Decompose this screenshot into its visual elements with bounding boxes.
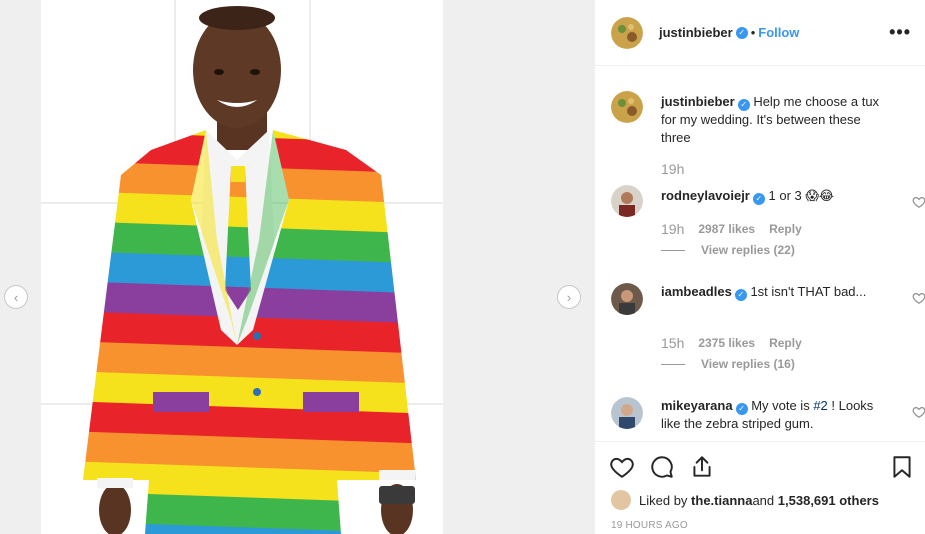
follow-button[interactable]: Follow: [758, 25, 799, 40]
caption-time[interactable]: 19h: [661, 161, 684, 177]
author-avatar[interactable]: [611, 91, 643, 123]
commenter-avatar[interactable]: [611, 185, 643, 217]
post-timestamp[interactable]: 19 HOURS AGO: [611, 520, 688, 531]
post-media-area: ‹ ›: [0, 0, 594, 534]
chevron-left-icon: ‹: [13, 289, 19, 305]
post-side-panel: justinbieber ✓ • Follow ••• justinbieber…: [594, 0, 925, 534]
comment-likes-count[interactable]: 2375 likes: [698, 336, 755, 350]
author-avatar[interactable]: [611, 16, 643, 49]
reply-button[interactable]: Reply: [769, 222, 802, 236]
comment-text: 1 or 3 😱😂: [768, 188, 835, 203]
chevron-right-icon: ›: [566, 289, 572, 305]
comment-username[interactable]: rodneylavoiejr: [661, 188, 750, 203]
comment-text-start: My vote is: [751, 398, 814, 413]
comment-bubble-icon[interactable]: [649, 454, 675, 480]
reply-button[interactable]: Reply: [769, 336, 802, 350]
post-actions-bar: Liked by the.tianna and 1,538,691 others…: [595, 441, 925, 534]
rainbow-suit-model-illustration: [83, 6, 416, 534]
view-replies-button[interactable]: View replies (22): [661, 243, 795, 257]
caption-meta: 19h: [661, 161, 698, 177]
comment-like-heart-icon[interactable]: [912, 291, 925, 305]
caption-username[interactable]: justinbieber: [661, 94, 735, 109]
post-photo[interactable]: [41, 0, 443, 534]
post-header: justinbieber ✓ • Follow •••: [595, 0, 925, 66]
comment-like-heart-icon[interactable]: [912, 405, 925, 419]
heart-icon[interactable]: [609, 454, 635, 480]
commenter-avatar[interactable]: [611, 283, 643, 315]
view-replies-button[interactable]: View replies (16): [661, 357, 795, 371]
view-replies-label: View replies (16): [701, 357, 795, 371]
likes-summary: Liked by the.tianna and 1,538,691 others: [611, 490, 879, 510]
likes-others-count[interactable]: 1,538,691 others: [778, 493, 879, 508]
comment-username[interactable]: iambeadles: [661, 284, 732, 299]
comment-text: 1st isn't THAT bad...: [750, 284, 867, 299]
liker-avatar[interactable]: [611, 490, 631, 510]
comment-time[interactable]: 15h: [661, 335, 684, 351]
verified-badge-icon: ✓: [735, 26, 748, 39]
replies-divider: [661, 363, 685, 365]
comments-list: justinbieber ✓ Help me choose a tux for m…: [595, 67, 925, 441]
bookmark-icon[interactable]: [889, 454, 915, 480]
replies-divider: [661, 249, 685, 251]
comment-likes-count[interactable]: 2987 likes: [698, 222, 755, 236]
share-icon[interactable]: [689, 454, 715, 480]
comment-meta: 19h 2987 likes Reply: [661, 221, 802, 237]
comment-time[interactable]: 19h: [661, 221, 684, 237]
verified-badge-icon: ✓: [734, 289, 747, 301]
verified-badge-icon: ✓: [735, 403, 748, 415]
likes-joiner: and: [752, 492, 775, 508]
verified-badge-icon: ✓: [752, 193, 765, 205]
author-username[interactable]: justinbieber: [659, 25, 733, 40]
previous-image-button[interactable]: ‹: [4, 285, 28, 309]
comment-username[interactable]: mikeyarana: [661, 398, 733, 413]
next-image-button[interactable]: ›: [557, 285, 581, 309]
hashtag-link[interactable]: #2: [813, 398, 827, 413]
likes-prefix: Liked by: [639, 492, 688, 508]
separator-dot: •: [750, 25, 756, 40]
verified-badge-icon: ✓: [737, 99, 750, 111]
comment-like-heart-icon[interactable]: [912, 195, 925, 209]
more-options-icon[interactable]: •••: [889, 22, 911, 43]
commenter-avatar[interactable]: [611, 397, 643, 429]
view-replies-label: View replies (22): [701, 243, 795, 257]
comment-meta: 15h 2375 likes Reply: [661, 335, 802, 351]
liker-username[interactable]: the.tianna: [691, 493, 752, 508]
